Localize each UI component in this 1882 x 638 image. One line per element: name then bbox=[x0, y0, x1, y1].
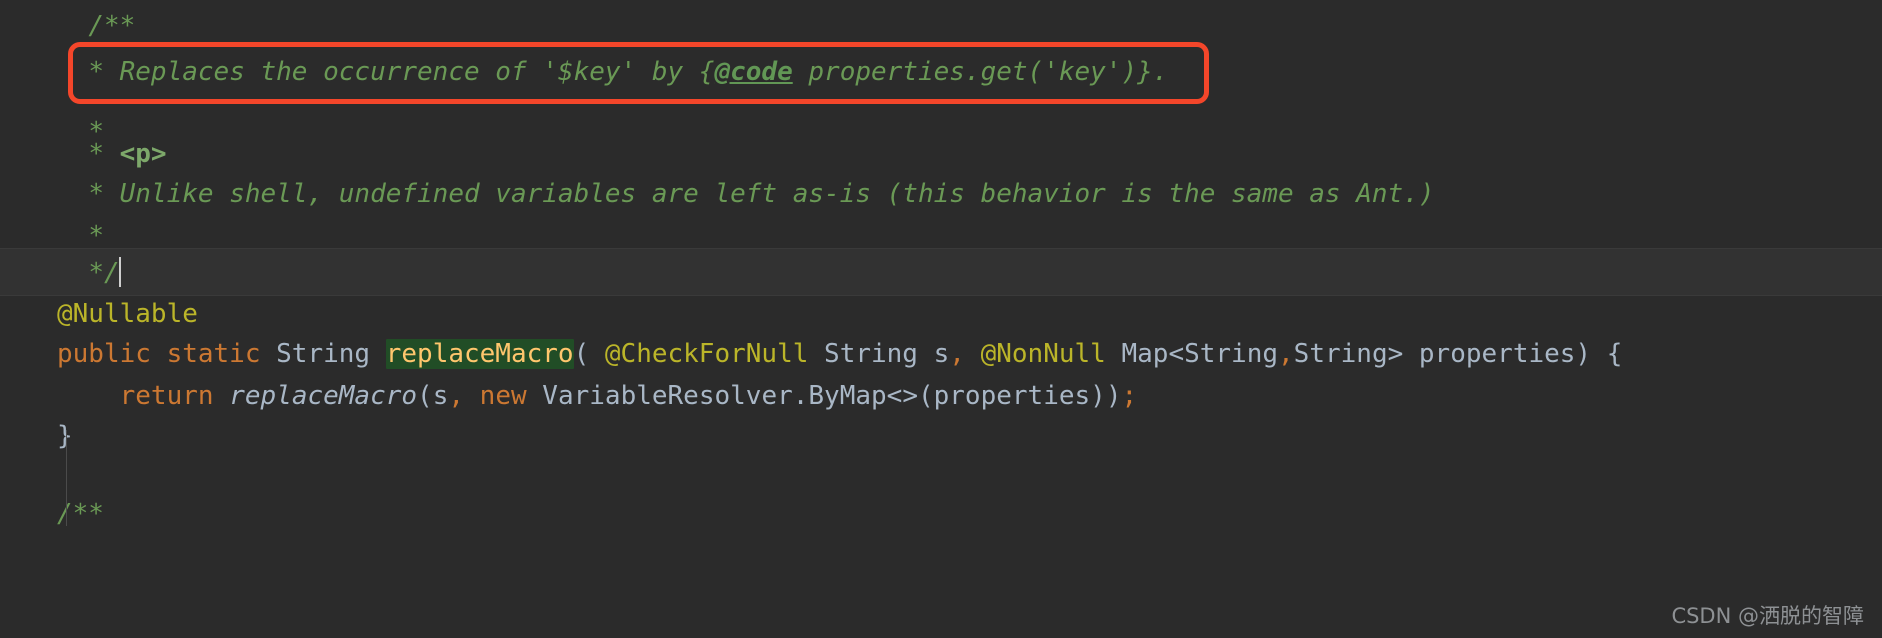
token: replaceMacro bbox=[385, 339, 574, 369]
token: ( bbox=[573, 339, 590, 369]
token: } bbox=[57, 421, 73, 451]
token: , bbox=[1278, 339, 1294, 369]
token: , bbox=[949, 339, 965, 369]
token: <p> bbox=[119, 139, 167, 169]
code-editor[interactable]: /** * Replaces the occurrence of '$key' … bbox=[0, 0, 1882, 638]
code-line-method-signature[interactable]: public static String replaceMacro( @Chec… bbox=[0, 330, 1882, 378]
token: String s bbox=[808, 339, 950, 369]
code-line-javadoc-open[interactable]: /** bbox=[0, 2, 1882, 50]
token: return bbox=[119, 381, 230, 411]
csdn-watermark: CSDN @洒脱的智障 bbox=[1671, 604, 1864, 628]
token: @code bbox=[714, 57, 793, 87]
token: ; bbox=[1121, 381, 1138, 411]
token: * bbox=[88, 221, 104, 251]
token: @Nullable bbox=[57, 299, 198, 329]
token: VariableResolver.ByMap<>(properties)) bbox=[542, 381, 1122, 411]
token: Map<String bbox=[1105, 339, 1279, 369]
token: @NonNull bbox=[964, 339, 1106, 369]
token: * Unlike shell, undefined variables are … bbox=[88, 179, 1435, 209]
code-line-javadoc-unlike-shell[interactable]: * Unlike shell, undefined variables are … bbox=[0, 170, 1882, 218]
token: /** bbox=[57, 499, 104, 529]
token: public static bbox=[57, 339, 277, 369]
code-line-text: /** bbox=[0, 490, 104, 538]
code-lines-container[interactable]: /** * Replaces the occurrence of '$key' … bbox=[0, 0, 1882, 638]
code-line-javadoc-open-2[interactable]: /** bbox=[0, 490, 1882, 538]
token: /** bbox=[88, 11, 136, 41]
token: * bbox=[88, 139, 120, 169]
indent-guide bbox=[66, 430, 67, 526]
token: (s bbox=[417, 381, 449, 411]
code-line-text: public static String replaceMacro( @Chec… bbox=[0, 330, 1622, 378]
token: replaceMacro bbox=[229, 381, 418, 411]
token: * Replaces the occurrence of '$key' by { bbox=[88, 57, 715, 87]
code-line-text: * Unlike shell, undefined variables are … bbox=[0, 170, 1435, 218]
code-line-text: * Replaces the occurrence of '$key' by {… bbox=[0, 48, 1168, 96]
code-line-javadoc-replaces[interactable]: * Replaces the occurrence of '$key' by {… bbox=[0, 48, 1882, 96]
token: properties.get('key')}. bbox=[792, 57, 1169, 87]
token: , bbox=[448, 381, 465, 411]
code-line-text: /** bbox=[0, 2, 135, 50]
token: String> properties) { bbox=[1293, 339, 1623, 369]
token: String bbox=[276, 339, 386, 369]
code-line-javadoc-close[interactable]: */ bbox=[0, 248, 1882, 296]
token: @CheckForNull bbox=[589, 339, 809, 369]
token: new bbox=[479, 381, 543, 411]
token: */ bbox=[88, 258, 120, 288]
text-caret bbox=[118, 257, 121, 287]
